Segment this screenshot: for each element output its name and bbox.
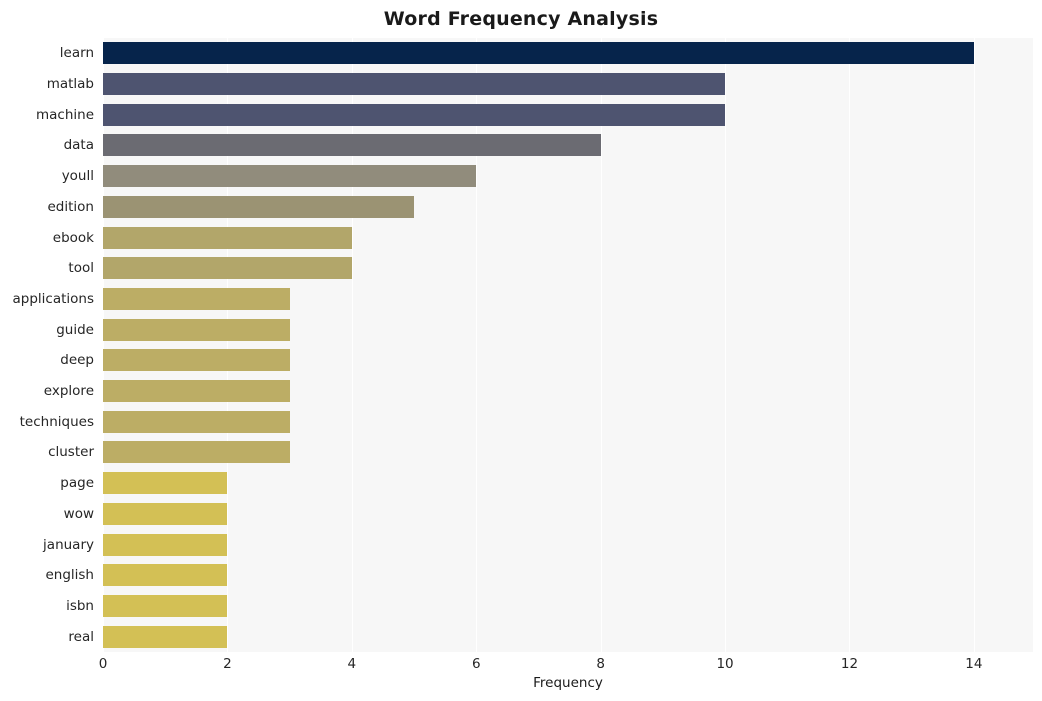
bar [103, 533, 228, 556]
y-tick-label: english [45, 567, 94, 584]
x-tick-label: 0 [98, 656, 108, 672]
y-tick-label: explore [43, 383, 94, 400]
x-tick-label: 12 [840, 656, 859, 672]
x-axis-title: Frequency [533, 675, 603, 691]
x-grid-line [973, 38, 975, 652]
x-tick-label: 8 [596, 656, 605, 672]
x-tick-label: 2 [223, 656, 232, 672]
bar [103, 625, 228, 648]
bar-row [103, 468, 228, 499]
bar-row [103, 222, 352, 253]
bar-row [103, 406, 290, 437]
bar [103, 441, 290, 464]
bar-row [103, 345, 290, 376]
bar [103, 103, 726, 126]
y-tick-label: cluster [48, 444, 94, 461]
bar [103, 73, 726, 96]
y-tick-label: techniques [19, 413, 94, 430]
x-tick-label: 6 [471, 656, 481, 672]
bar-row [103, 284, 290, 315]
bar-row [103, 130, 601, 161]
y-tick-label: tool [68, 260, 94, 277]
bar [103, 564, 228, 587]
x-grid-line [849, 38, 851, 652]
y-tick-label: applications [12, 290, 94, 307]
bar-row [103, 560, 228, 591]
bar [103, 380, 290, 403]
bar [103, 287, 290, 310]
y-tick-label: matlab [46, 76, 94, 93]
bar [103, 502, 228, 525]
y-tick-label: guide [56, 321, 94, 338]
bar-row [103, 376, 290, 407]
bar [103, 349, 290, 372]
plot-area [103, 38, 1033, 652]
bar [103, 195, 415, 218]
y-tick-label: youll [61, 168, 94, 185]
x-tick-label: 4 [347, 656, 357, 672]
word-frequency-bar-chart: Word Frequency Analysis learn matlab machi… [0, 0, 1042, 701]
y-tick-label: learn [59, 45, 94, 62]
y-tick-label: deep [60, 352, 94, 369]
bar-row [103, 192, 415, 223]
bar-row [103, 314, 290, 345]
bar [103, 257, 352, 280]
bar-row [103, 499, 228, 530]
y-tick-label: real [68, 628, 94, 645]
bar [103, 318, 290, 341]
bar-row [103, 621, 228, 652]
y-tick-label: wow [63, 505, 94, 522]
bar-row [103, 591, 228, 622]
x-grid-line [725, 38, 727, 652]
bar [103, 594, 228, 617]
bar [103, 42, 974, 65]
bar [103, 165, 477, 188]
chart-title: Word Frequency Analysis [383, 8, 659, 30]
bar [103, 472, 228, 495]
y-tick-label: data [63, 137, 94, 154]
y-tick-label: page [60, 475, 94, 492]
x-grid-line [600, 38, 602, 652]
y-tick-label: january [43, 536, 94, 553]
y-tick-label: ebook [52, 229, 94, 246]
bar-row [103, 38, 974, 69]
bar-row [103, 161, 477, 192]
bar [103, 410, 290, 433]
bar [103, 226, 352, 249]
bar-row [103, 437, 290, 468]
x-tick-label: 14 [965, 656, 983, 672]
bar-row [103, 99, 726, 130]
bar [103, 134, 601, 157]
y-tick-label: isbn [66, 597, 94, 614]
y-tick-label: edition [47, 198, 95, 215]
x-tick-label: 10 [716, 656, 734, 672]
bar-row [103, 253, 352, 284]
bar-row [103, 69, 726, 100]
bar-row [103, 529, 228, 560]
y-tick-label: machine [35, 106, 94, 123]
